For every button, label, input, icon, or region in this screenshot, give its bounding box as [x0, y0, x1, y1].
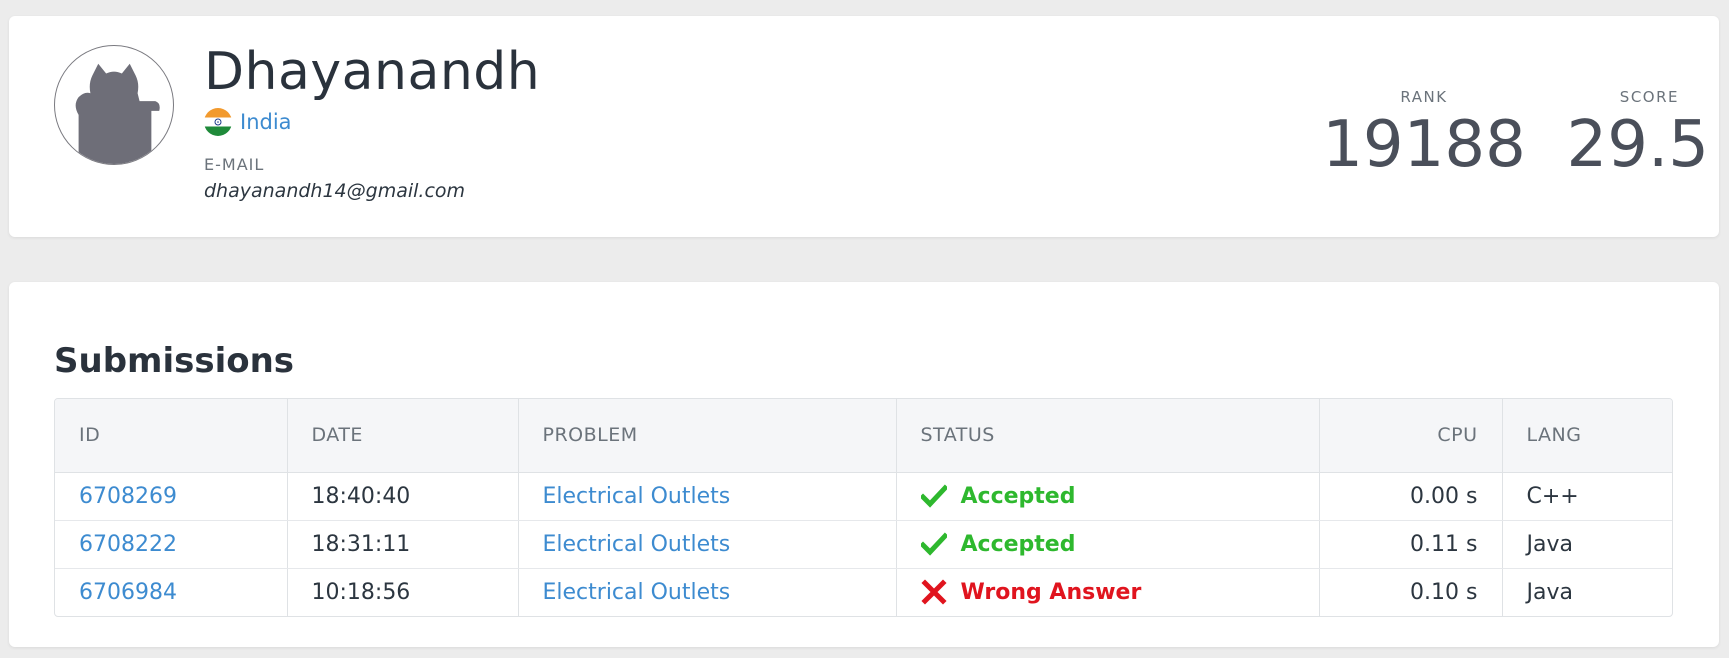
default-avatar-icon [75, 63, 160, 164]
checkmark-icon [920, 531, 961, 557]
status-text: Accepted [960, 483, 1076, 509]
column-header-cpu[interactable]: CPU [1319, 399, 1503, 473]
table-row: 6708269 18:40:40 Electrical Outlets Accepte… [55, 472, 1672, 521]
email-label: E-MAIL [204, 155, 265, 174]
column-header-status[interactable]: STATUS [896, 399, 1320, 473]
cross-icon [920, 579, 961, 605]
score-value: 29.5 [1566, 108, 1710, 182]
rank-value: 19188 [1322, 108, 1526, 182]
rank-stat: RANK 19188 [1319, 88, 1529, 182]
status-text: Accepted [960, 531, 1076, 557]
submissions-table: ID DATE PROBLEM STATUS CPU LANG 6708269 1… [54, 398, 1673, 617]
cell-lang: Java [1502, 520, 1672, 569]
column-header-problem[interactable]: PROBLEM [518, 399, 897, 473]
column-header-id[interactable]: ID [55, 399, 288, 473]
profile-card: Dhayanandh India E-MAIL dhayanandh14@gma… [9, 16, 1719, 237]
column-header-date[interactable]: DATE [287, 399, 519, 473]
problem-link[interactable]: Electrical Outlets [543, 532, 731, 557]
table-row: 6708222 18:31:11 Electrical Outlets Accepte… [55, 520, 1672, 569]
table-row: 6706984 10:18:56 Electrical Outlets Wrong A… [55, 568, 1672, 616]
rank-label: RANK [1400, 88, 1448, 106]
problem-link[interactable]: Electrical Outlets [543, 580, 731, 605]
country-link[interactable]: India [240, 110, 292, 134]
cell-date: 10:18:56 [287, 568, 519, 616]
avatar [54, 45, 174, 165]
cell-lang: Java [1526, 579, 1573, 605]
cell-lang: C++ [1502, 472, 1672, 521]
cell-cpu: 0.11 s [1319, 520, 1503, 569]
cell-date: 18:40:40 [287, 472, 519, 521]
cell-cpu: 0.10 s [1319, 568, 1503, 616]
india-flag-icon [204, 108, 232, 136]
cell-date: 18:31:11 [287, 520, 519, 569]
status-badge: Wrong Answer [920, 579, 1295, 605]
submission-id-link[interactable]: 6708269 [79, 484, 177, 509]
country: India [204, 106, 292, 138]
cell-problem: Electrical Outlets [518, 472, 897, 521]
score-stat: SCORE 29.5 [1539, 88, 1710, 182]
cell-status: Accepted [896, 520, 1320, 569]
email-value: dhayanandh14@gmail.com [204, 180, 466, 202]
cell-id: 6708222 [55, 520, 288, 569]
cell-status: Accepted [896, 472, 1320, 521]
status-badge: Accepted [920, 483, 1295, 509]
cell-problem: Electrical Outlets [518, 520, 897, 569]
score-label: SCORE [1619, 88, 1679, 106]
submissions-card: Submissions ID DATE PROBLEM STATUS CPU L… [9, 282, 1719, 647]
cell-id: 6708269 [55, 472, 288, 521]
status-text: Wrong Answer [960, 579, 1142, 605]
cell-cpu: 0.00 s [1319, 472, 1503, 521]
checkmark-icon [920, 483, 961, 509]
user-name: Dhayanandh [204, 42, 541, 102]
problem-link[interactable]: Electrical Outlets [543, 484, 731, 509]
submission-id-link[interactable]: 6708222 [79, 532, 177, 557]
column-header-lang[interactable]: LANG [1502, 399, 1672, 473]
submissions-title: Submissions [54, 341, 295, 381]
submission-id-link[interactable]: 6706984 [79, 580, 177, 605]
cell-id: 6706984 [55, 568, 288, 616]
status-badge: Accepted [920, 531, 1295, 557]
cell-problem: Electrical Outlets [518, 568, 897, 616]
table-header-row: ID DATE PROBLEM STATUS CPU LANG [55, 399, 1672, 473]
cell-status: Wrong Answer [896, 568, 1320, 616]
